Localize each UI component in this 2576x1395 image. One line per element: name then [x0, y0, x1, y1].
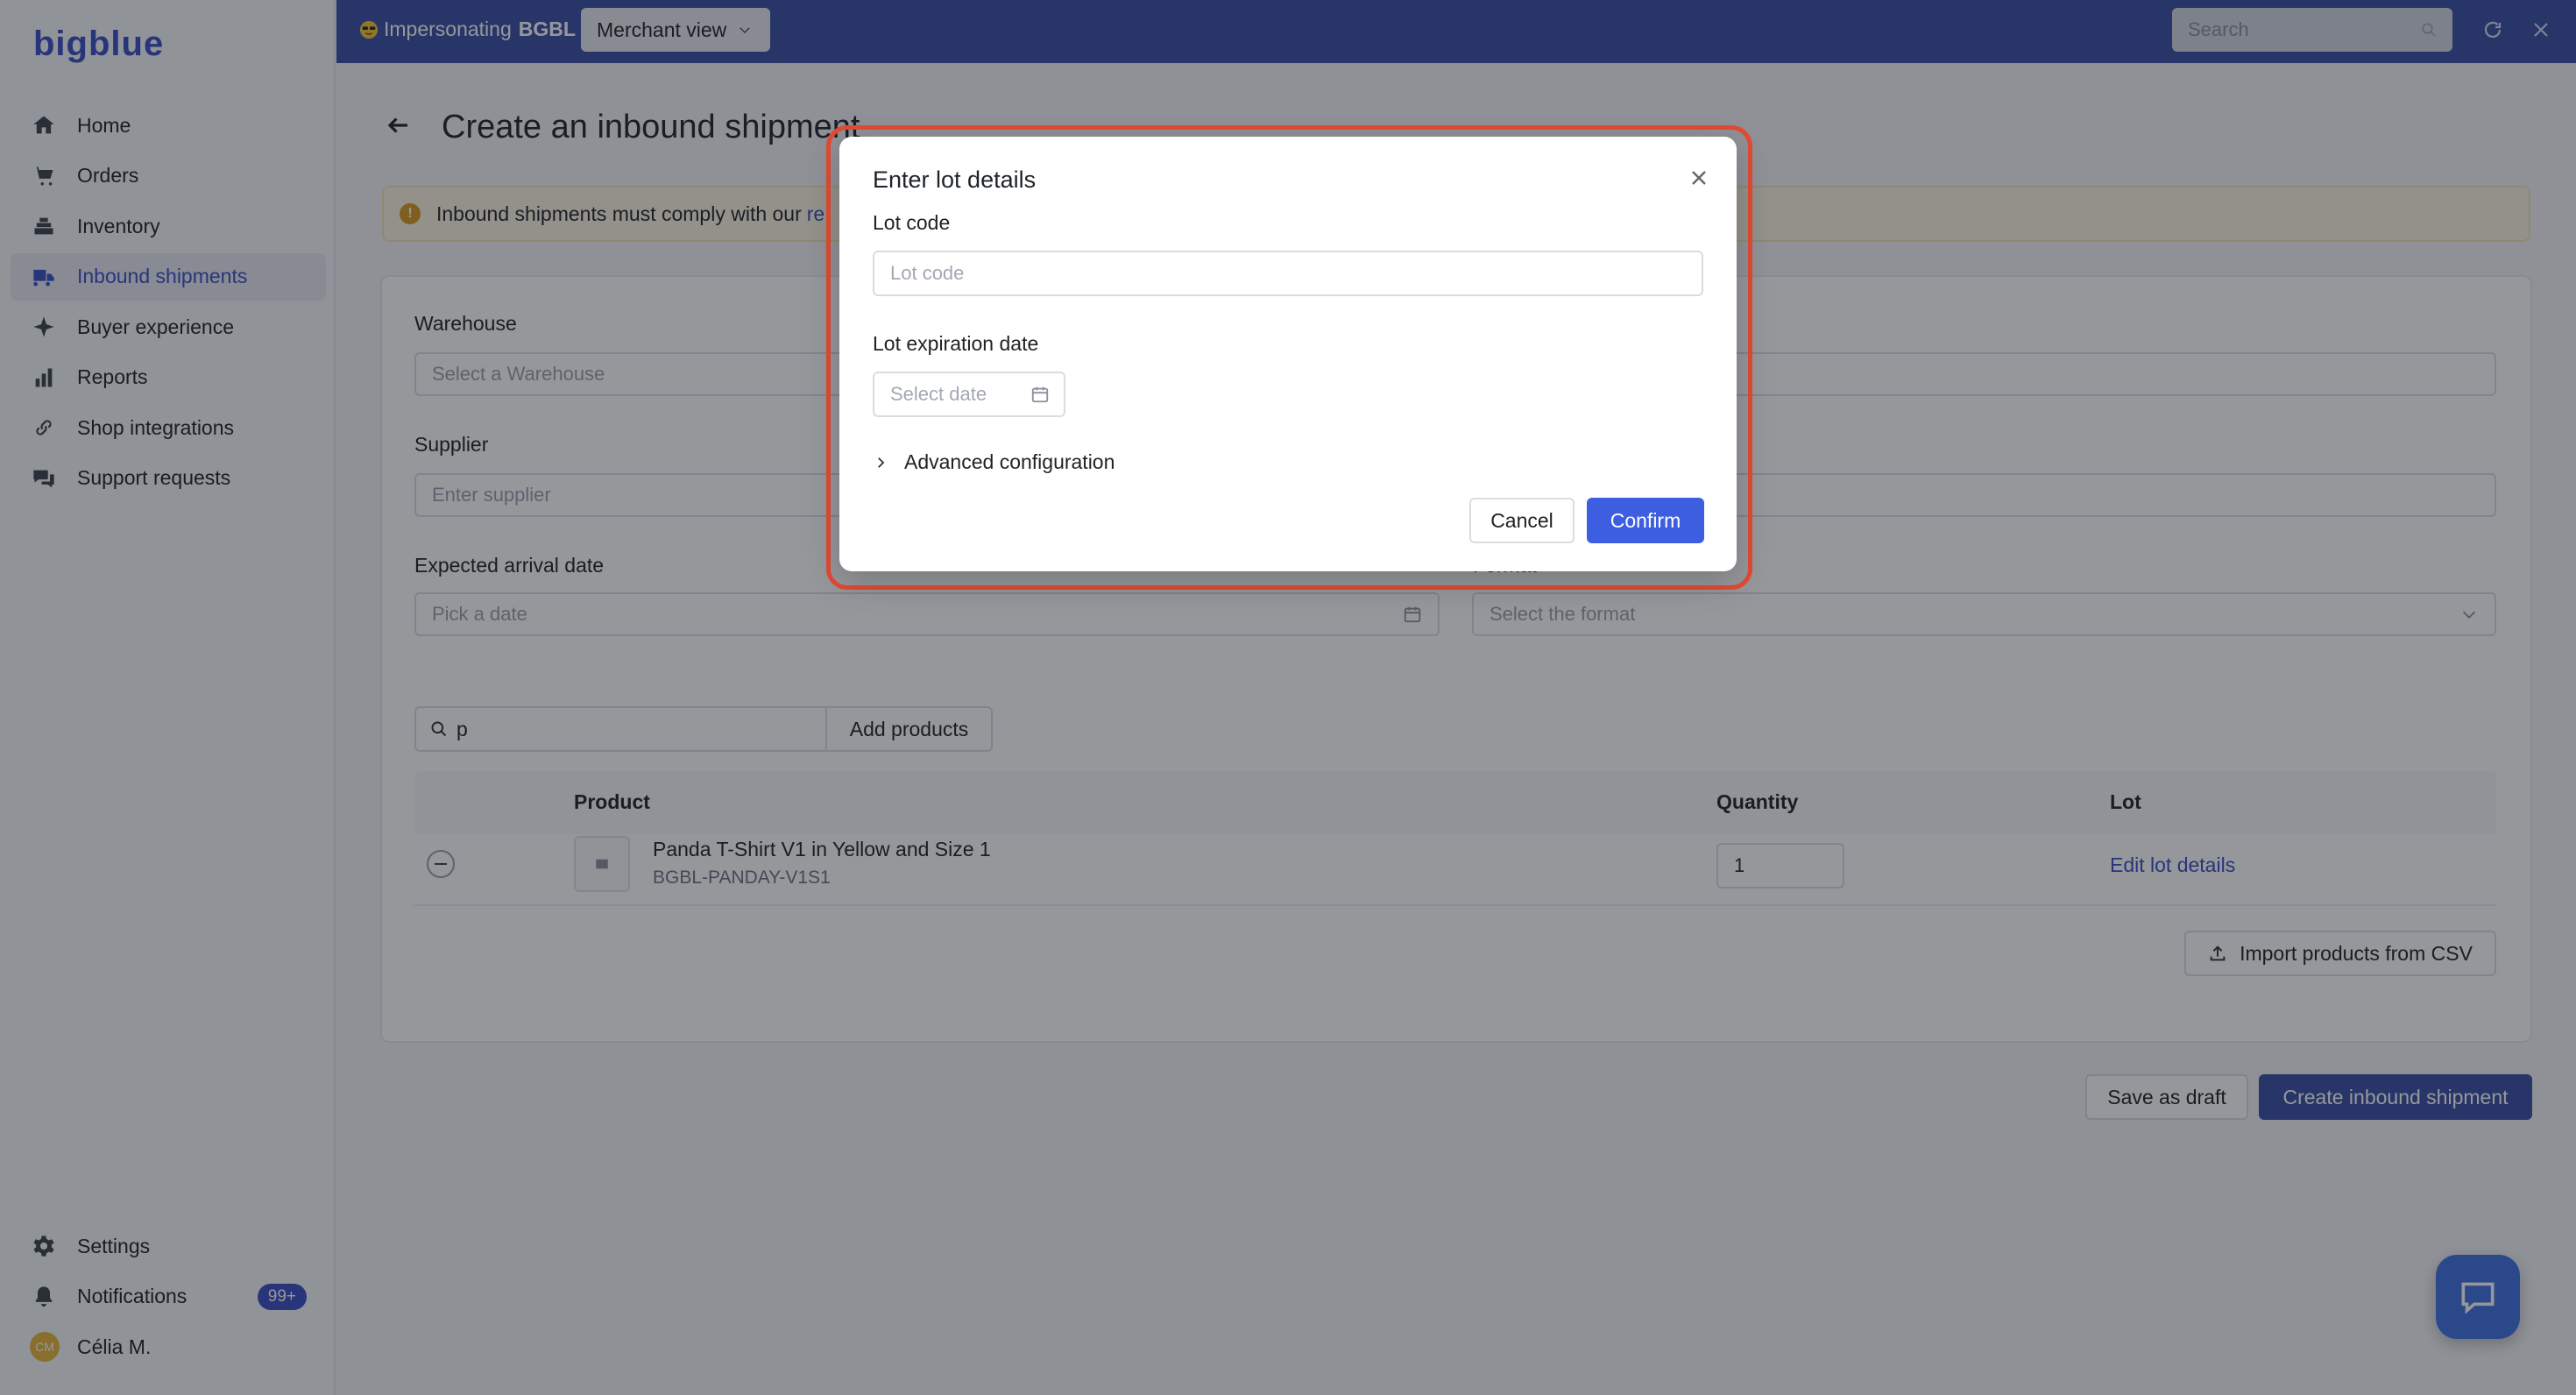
- expiration-date-picker[interactable]: Select date: [873, 372, 1065, 417]
- calendar-icon: [1031, 386, 1049, 403]
- lot-code-label: Lot code: [873, 211, 951, 234]
- advanced-configuration-toggle[interactable]: Advanced configuration: [873, 450, 1115, 474]
- modal-title: Enter lot details: [873, 166, 1037, 193]
- close-icon: [1692, 171, 1706, 185]
- expiration-date-placeholder: Select date: [890, 383, 987, 405]
- confirm-button[interactable]: Confirm: [1587, 498, 1704, 543]
- lot-code-placeholder: Lot code: [890, 262, 965, 284]
- lot-details-modal: Enter lot details Lot code Lot code Lot …: [839, 137, 1737, 571]
- modal-close-button[interactable]: [1686, 165, 1712, 191]
- cancel-button[interactable]: Cancel: [1469, 498, 1575, 543]
- lot-code-input[interactable]: Lot code: [873, 251, 1703, 296]
- app-root: bigblue Home Orders Inventory Inbound sh…: [0, 0, 2576, 1395]
- chevron-right-icon: [878, 457, 885, 468]
- expiration-date-label: Lot expiration date: [873, 332, 1039, 355]
- advanced-configuration-label: Advanced configuration: [904, 450, 1115, 473]
